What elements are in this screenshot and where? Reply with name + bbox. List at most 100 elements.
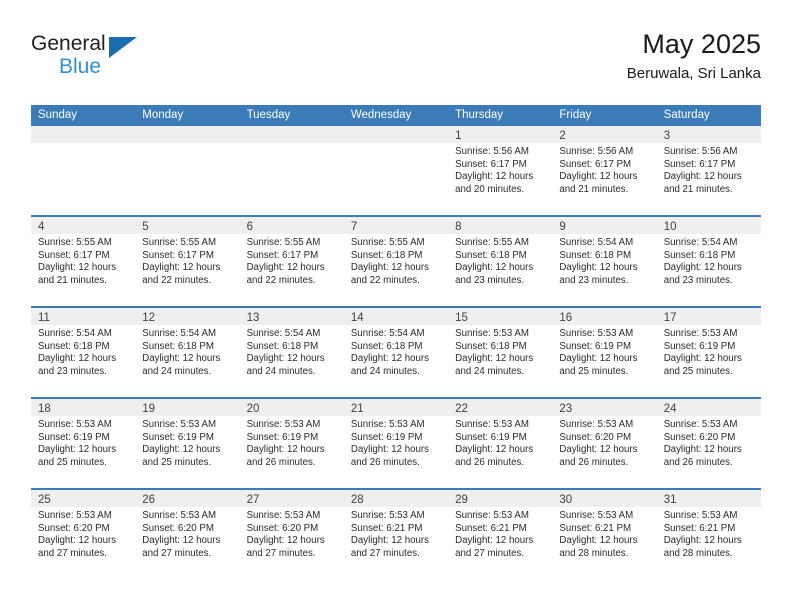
calendar-grid: Sunday Monday Tuesday Wednesday Thursday Frid… bbox=[31, 105, 761, 579]
day-cell-24[interactable]: 24 Sunrise: 5:53 AM Sunset: 6:20 PM Dayligh… bbox=[656, 399, 761, 488]
day-cell-14[interactable]: 14 Sunrise: 5:54 AM Sunset: 6:18 PM Dayligh… bbox=[343, 308, 449, 397]
day-cell-3[interactable]: 3 Sunrise: 5:56 AM Sunset: 6:17 PM Daylight… bbox=[656, 126, 761, 215]
day-number: 29 bbox=[455, 494, 468, 506]
day-number-strip: 17 bbox=[656, 308, 761, 325]
daylight-text-line1: Daylight: 12 hours bbox=[350, 535, 429, 547]
day-details: Sunrise: 5:53 AM Sunset: 6:20 PM Daylight:… bbox=[552, 416, 656, 469]
day-cell-19[interactable]: 19 Sunrise: 5:53 AM Sunset: 6:19 PM Dayligh… bbox=[135, 399, 240, 488]
day-number-strip: 16 bbox=[552, 308, 657, 325]
daylight-text-line1: Daylight: 12 hours bbox=[559, 535, 638, 547]
sunset-text: Sunset: 6:18 PM bbox=[663, 249, 736, 261]
day-cell-20[interactable]: 20 Sunrise: 5:53 AM Sunset: 6:19 PM Dayligh… bbox=[239, 399, 344, 488]
day-cell-28[interactable]: 28 Sunrise: 5:53 AM Sunset: 6:21 PM Dayligh… bbox=[343, 490, 449, 579]
day-cell-6[interactable]: 6 Sunrise: 5:55 AM Sunset: 6:17 PM Daylight… bbox=[239, 217, 344, 306]
day-cell-13[interactable]: 13 Sunrise: 5:54 AM Sunset: 6:18 PM Dayligh… bbox=[239, 308, 344, 397]
logo-text-blue: Blue bbox=[59, 55, 102, 78]
day-cell-7[interactable]: 7 Sunrise: 5:55 AM Sunset: 6:18 PM Daylight… bbox=[343, 217, 449, 306]
day-details: Sunrise: 5:53 AM Sunset: 6:21 PM Daylight:… bbox=[344, 507, 448, 560]
daylight-text-line2: and 25 minutes. bbox=[663, 365, 733, 377]
day-number-strip bbox=[343, 126, 449, 143]
day-number: 4 bbox=[38, 221, 45, 233]
sunrise-text: Sunrise: 5:55 AM bbox=[350, 237, 425, 248]
day-cell-16[interactable]: 16 Sunrise: 5:53 AM Sunset: 6:19 PM Dayligh… bbox=[552, 308, 657, 397]
daylight-text-line1: Daylight: 12 hours bbox=[663, 444, 742, 456]
day-details bbox=[240, 143, 344, 146]
daylight-text-line1: Daylight: 12 hours bbox=[663, 353, 742, 365]
sunset-text: Sunset: 6:17 PM bbox=[246, 249, 319, 261]
sunrise-text: Sunrise: 5:54 AM bbox=[559, 237, 634, 248]
day-cell-22[interactable]: 22 Sunrise: 5:53 AM Sunset: 6:19 PM Dayligh… bbox=[448, 399, 553, 488]
day-details: Sunrise: 5:54 AM Sunset: 6:18 PM Daylight:… bbox=[31, 325, 135, 378]
day-details: Sunrise: 5:53 AM Sunset: 6:21 PM Daylight:… bbox=[552, 507, 656, 560]
day-details: Sunrise: 5:53 AM Sunset: 6:21 PM Daylight:… bbox=[448, 507, 552, 560]
day-number-strip: 20 bbox=[239, 399, 344, 416]
day-number-strip: 12 bbox=[135, 308, 240, 325]
day-cell-17[interactable]: 17 Sunrise: 5:53 AM Sunset: 6:19 PM Dayligh… bbox=[656, 308, 761, 397]
daylight-text-line1: Daylight: 12 hours bbox=[246, 353, 325, 365]
day-cell-26[interactable]: 26 Sunrise: 5:53 AM Sunset: 6:20 PM Dayligh… bbox=[135, 490, 240, 579]
day-details bbox=[31, 143, 135, 146]
daylight-text-line2: and 23 minutes. bbox=[455, 274, 525, 286]
day-cell-2[interactable]: 2 Sunrise: 5:56 AM Sunset: 6:17 PM Daylight… bbox=[552, 126, 657, 215]
weekday-header-tuesday: Tuesday bbox=[246, 109, 291, 121]
daylight-text-line1: Daylight: 12 hours bbox=[663, 535, 742, 547]
general-blue-logo[interactable]: General Blue bbox=[31, 32, 151, 84]
sunrise-text: Sunrise: 5:53 AM bbox=[455, 419, 529, 430]
day-number: 2 bbox=[559, 130, 566, 142]
sunrise-text: Sunrise: 5:53 AM bbox=[559, 328, 634, 339]
day-cell-15[interactable]: 15 Sunrise: 5:53 AM Sunset: 6:18 PM Dayligh… bbox=[448, 308, 553, 397]
day-number: 25 bbox=[38, 494, 51, 506]
day-cell-29[interactable]: 29 Sunrise: 5:53 AM Sunset: 6:21 PM Dayligh… bbox=[448, 490, 553, 579]
daylight-text-line2: and 26 minutes. bbox=[350, 456, 420, 468]
day-cell-30[interactable]: 30 Sunrise: 5:53 AM Sunset: 6:21 PM Dayligh… bbox=[552, 490, 657, 579]
day-cell-21[interactable]: 21 Sunrise: 5:53 AM Sunset: 6:19 PM Dayligh… bbox=[343, 399, 449, 488]
day-cell-27[interactable]: 27 Sunrise: 5:53 AM Sunset: 6:20 PM Dayligh… bbox=[239, 490, 344, 579]
day-details: Sunrise: 5:53 AM Sunset: 6:19 PM Daylight:… bbox=[448, 416, 552, 469]
day-number-strip: 13 bbox=[239, 308, 344, 325]
day-cell-9[interactable]: 9 Sunrise: 5:54 AM Sunset: 6:18 PM Daylight… bbox=[552, 217, 657, 306]
daylight-text-line1: Daylight: 12 hours bbox=[350, 444, 429, 456]
day-cell-18[interactable]: 18 Sunrise: 5:53 AM Sunset: 6:19 PM Dayligh… bbox=[31, 399, 136, 488]
sunset-text: Sunset: 6:18 PM bbox=[559, 249, 632, 261]
day-details: Sunrise: 5:54 AM Sunset: 6:18 PM Daylight:… bbox=[135, 325, 239, 378]
daylight-text-line1: Daylight: 12 hours bbox=[455, 262, 534, 274]
day-cell-5[interactable]: 5 Sunrise: 5:55 AM Sunset: 6:17 PM Daylight… bbox=[135, 217, 240, 306]
day-details: Sunrise: 5:53 AM Sunset: 6:21 PM Daylight:… bbox=[657, 507, 761, 560]
daylight-text-line1: Daylight: 12 hours bbox=[246, 444, 325, 456]
day-details: Sunrise: 5:54 AM Sunset: 6:18 PM Daylight:… bbox=[240, 325, 344, 378]
day-details: Sunrise: 5:56 AM Sunset: 6:17 PM Daylight:… bbox=[552, 143, 656, 196]
day-details: Sunrise: 5:53 AM Sunset: 6:19 PM Daylight:… bbox=[657, 325, 761, 378]
day-details: Sunrise: 5:53 AM Sunset: 6:20 PM Daylight:… bbox=[240, 507, 344, 560]
daylight-text-line1: Daylight: 12 hours bbox=[142, 444, 221, 456]
daylight-text-line1: Daylight: 12 hours bbox=[455, 353, 534, 365]
calendar-week-row: 4 Sunrise: 5:55 AM Sunset: 6:17 PM Daylight… bbox=[31, 215, 761, 306]
day-cell-8[interactable]: 8 Sunrise: 5:55 AM Sunset: 6:18 PM Daylight… bbox=[448, 217, 553, 306]
day-cell-10[interactable]: 10 Sunrise: 5:54 AM Sunset: 6:18 PM Dayligh… bbox=[656, 217, 761, 306]
daylight-text-line2: and 21 minutes. bbox=[559, 183, 629, 195]
day-details: Sunrise: 5:55 AM Sunset: 6:18 PM Daylight:… bbox=[448, 234, 552, 287]
day-number: 27 bbox=[246, 494, 260, 506]
daylight-text-line2: and 26 minutes. bbox=[246, 456, 316, 468]
day-details: Sunrise: 5:53 AM Sunset: 6:20 PM Daylight:… bbox=[135, 507, 239, 560]
day-details: Sunrise: 5:53 AM Sunset: 6:20 PM Daylight:… bbox=[657, 416, 761, 469]
day-details: Sunrise: 5:55 AM Sunset: 6:18 PM Daylight:… bbox=[344, 234, 448, 287]
day-cell-25[interactable]: 25 Sunrise: 5:53 AM Sunset: 6:20 PM Dayligh… bbox=[31, 490, 136, 579]
day-cell-4[interactable]: 4 Sunrise: 5:55 AM Sunset: 6:17 PM Daylight… bbox=[31, 217, 136, 306]
sunrise-text: Sunrise: 5:56 AM bbox=[663, 146, 738, 157]
sunset-text: Sunset: 6:18 PM bbox=[350, 249, 423, 261]
day-number-strip: 31 bbox=[656, 490, 761, 507]
day-cell-11[interactable]: 11 Sunrise: 5:54 AM Sunset: 6:18 PM Dayligh… bbox=[31, 308, 136, 397]
day-cell-12[interactable]: 12 Sunrise: 5:54 AM Sunset: 6:18 PM Dayligh… bbox=[135, 308, 240, 397]
day-cell-31[interactable]: 31 Sunrise: 5:53 AM Sunset: 6:21 PM Dayligh… bbox=[656, 490, 761, 579]
sunrise-text: Sunrise: 5:53 AM bbox=[38, 419, 112, 430]
day-number-strip: 3 bbox=[656, 126, 761, 143]
day-number-strip bbox=[31, 126, 136, 143]
daylight-text-line1: Daylight: 12 hours bbox=[455, 444, 534, 456]
day-cell-23[interactable]: 23 Sunrise: 5:53 AM Sunset: 6:20 PM Dayligh… bbox=[552, 399, 657, 488]
day-cell-1[interactable]: 1 Sunrise: 5:56 AM Sunset: 6:17 PM Daylight… bbox=[448, 126, 553, 215]
day-number: 20 bbox=[246, 403, 260, 415]
day-number: 6 bbox=[246, 221, 253, 233]
daylight-text-line1: Daylight: 12 hours bbox=[38, 444, 117, 456]
day-number-strip bbox=[239, 126, 344, 143]
weekday-header-saturday: Saturday bbox=[663, 109, 710, 121]
